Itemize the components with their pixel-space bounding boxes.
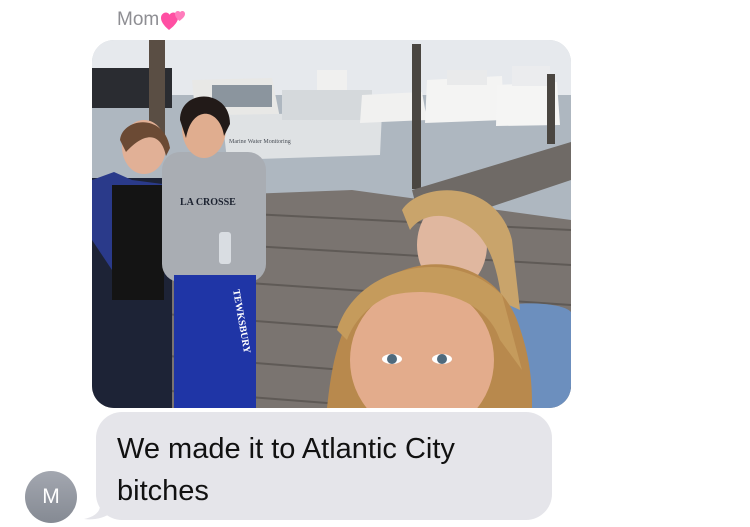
message-bubble[interactable]: We made it to Atlantic City bitches (96, 412, 552, 520)
avatar-initial: M (42, 485, 60, 508)
photo-message[interactable]: LA CROSSE TEWKSBURY Marine Water Monitor… (92, 40, 571, 408)
heart-icon (161, 8, 189, 32)
boat-label: Marine Water Monitoring (229, 139, 291, 145)
message-sender: Mom (117, 8, 189, 32)
contact-avatar[interactable]: M (25, 471, 77, 523)
message-text: We made it to Atlantic City bitches (117, 433, 455, 507)
sender-name: Mom (117, 9, 160, 30)
sweatshirt-print: LA CROSSE (180, 197, 236, 208)
